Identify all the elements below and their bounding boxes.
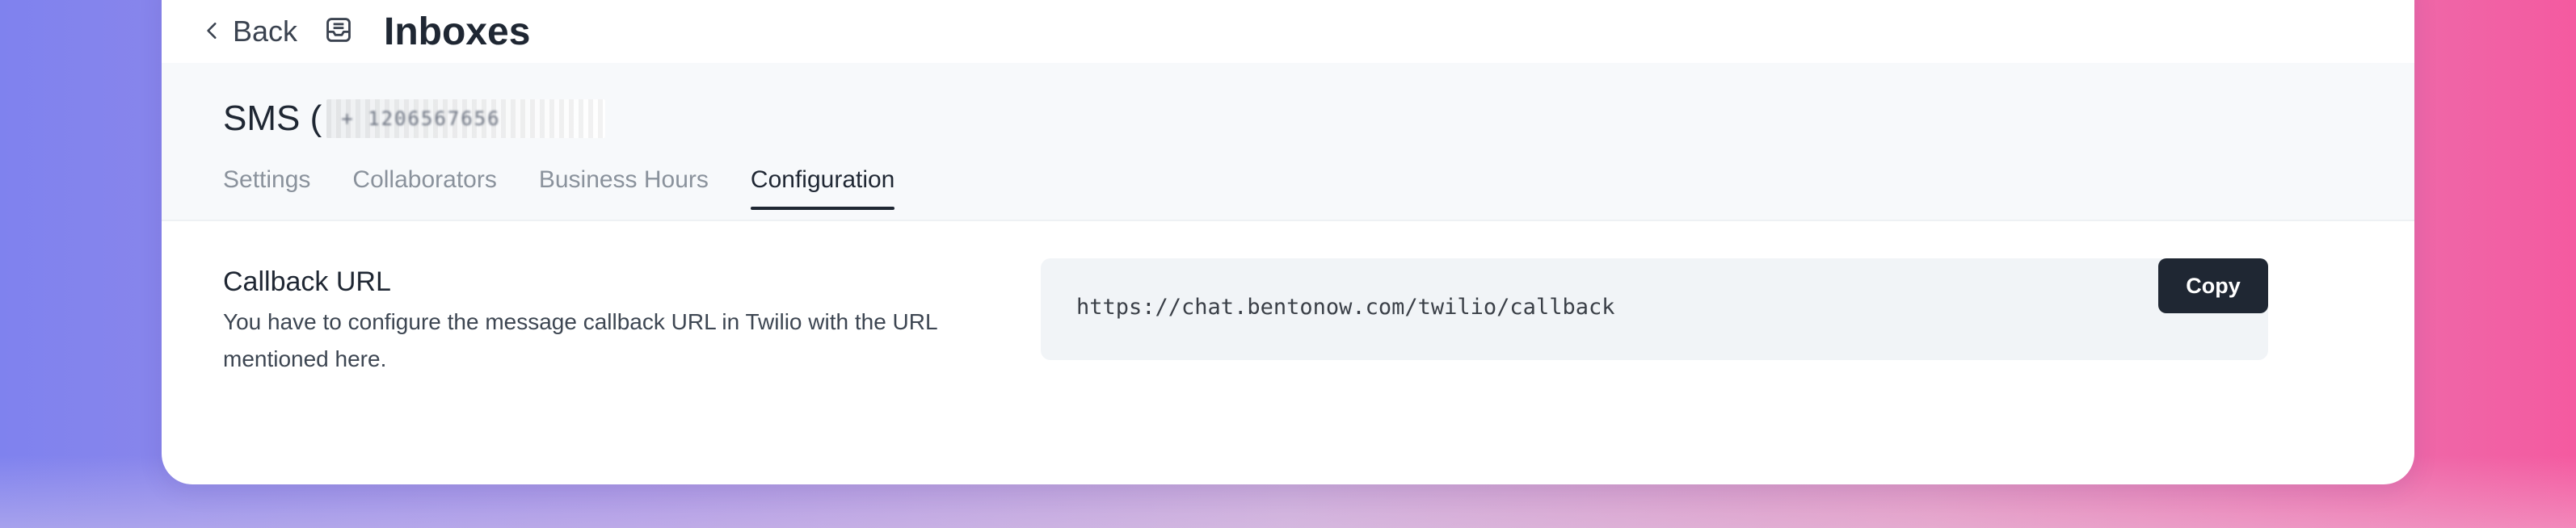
tab-collaborators[interactable]: Collaborators [352, 166, 496, 210]
inbox-icon [323, 15, 354, 45]
copy-button[interactable]: Copy [2158, 258, 2268, 313]
inbox-name: SMS ( + 1206567656 [223, 98, 606, 139]
back-label: Back [233, 15, 298, 48]
callback-url-value[interactable]: https://chat.bentonow.com/twilio/callbac… [1076, 295, 1614, 320]
inbox-header: SMS ( + 1206567656 Settings Collaborator… [162, 63, 2414, 221]
tab-configuration[interactable]: Configuration [750, 166, 895, 210]
page-title: Inboxes [384, 10, 531, 53]
top-bar: Back Inboxes [162, 0, 2414, 63]
redacted-phone-number: + 1206567656 [326, 99, 606, 138]
tab-business-hours[interactable]: Business Hours [539, 166, 709, 210]
settings-tabs: Settings Collaborators Business Hours Co… [223, 166, 895, 210]
settings-card: Back Inboxes SMS ( + 1206567656 Settings… [162, 0, 2414, 484]
callback-url-box: https://chat.bentonow.com/twilio/callbac… [1041, 258, 2268, 360]
configuration-panel: Callback URL You have to configure the m… [162, 221, 2414, 452]
callback-url-description: You have to configure the message callba… [223, 309, 937, 371]
back-button[interactable]: Back [202, 0, 297, 63]
tab-settings[interactable]: Settings [223, 166, 310, 210]
inbox-name-label: SMS ( [223, 98, 322, 138]
chevron-left-icon [202, 15, 223, 48]
callback-url-title: Callback URL [223, 266, 391, 297]
